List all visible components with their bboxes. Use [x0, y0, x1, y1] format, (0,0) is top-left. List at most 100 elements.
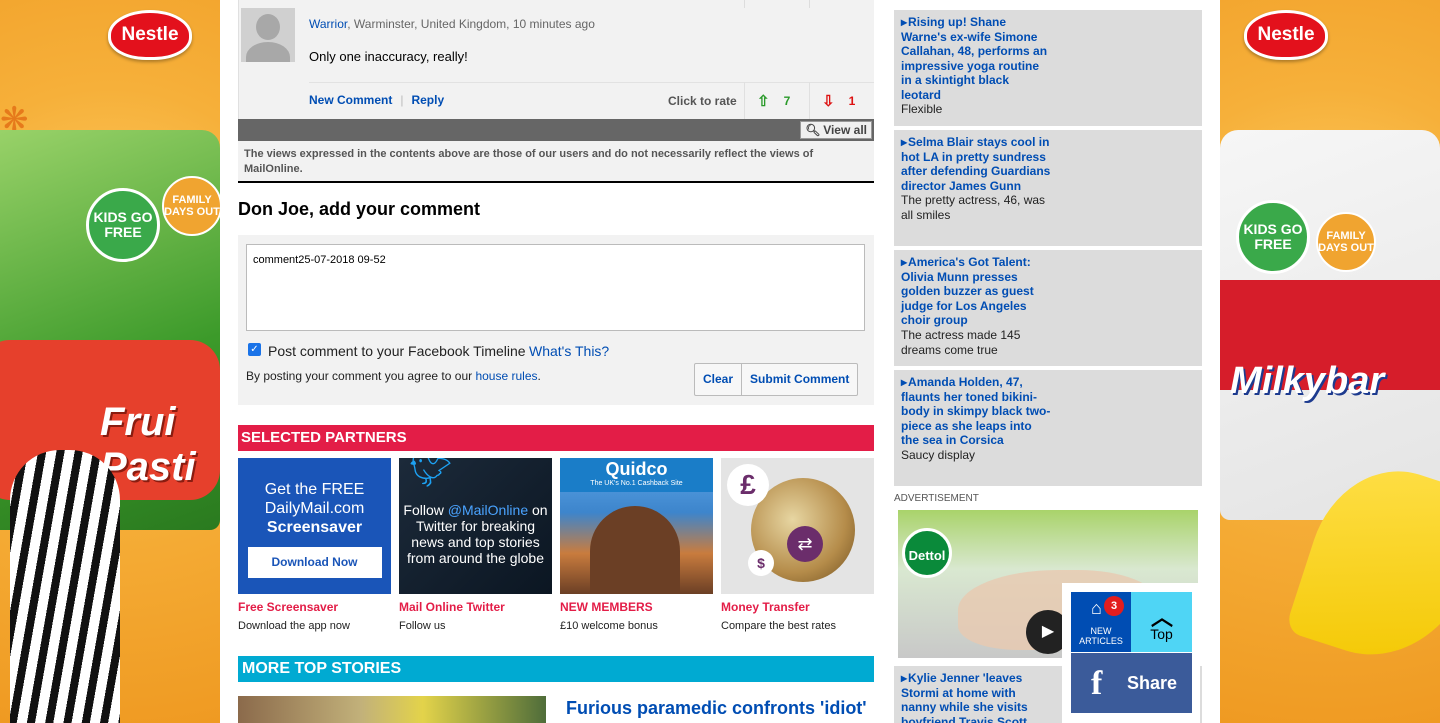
comment-text: Only one inaccuracy, really! — [309, 49, 468, 64]
pack-text: Frui Pasti — [100, 400, 196, 489]
family-days-out-badge: FAMILY DAYS OUT — [1316, 212, 1376, 272]
vote-down-button[interactable]: ⇩ 1 — [809, 82, 873, 119]
twitter-bird-icon: 🐦︎ — [409, 458, 453, 489]
whats-this-link[interactable]: What's This? — [529, 343, 609, 359]
author-meta: , Warminster, United Kingdom, 10 minutes… — [347, 17, 595, 31]
avatar — [241, 8, 295, 62]
img-line: Screensaver — [266, 519, 363, 536]
download-now-button[interactable]: Download Now — [247, 547, 382, 578]
partner-image[interactable]: Quidco The UK's No.1 Cashback Site — [560, 458, 713, 594]
add-comment-title: Don Joe, add your comment — [238, 199, 481, 219]
zebra-image — [10, 450, 120, 723]
clear-button[interactable]: Clear — [695, 364, 741, 395]
down-vote-count: 1 — [848, 93, 856, 108]
house-rules-link[interactable]: house rules — [475, 369, 537, 383]
author-name-link[interactable]: Warrior — [309, 17, 347, 31]
left-side-advertisement[interactable]: ❋ Nestle Frui Pasti KIDS GO FREE FAMILY … — [0, 0, 220, 723]
kids-go-free-badge: KIDS GO FREE — [1236, 200, 1310, 274]
agree-prefix: By posting your comment you agree to our — [246, 369, 476, 383]
view-all-bar: 🔍︎ View all — [238, 119, 874, 141]
comment-button-group: Clear Submit Comment — [694, 363, 859, 396]
partner-twitter[interactable]: 🐦︎ Follow @MailOnline on Twitter for bre… — [399, 458, 552, 632]
home-icon: ⌂ — [1091, 598, 1102, 618]
arrow-down-icon: ⇩ — [822, 92, 835, 110]
right-side-advertisement[interactable]: Nestle Milkybar KIDS GO FREE FAMILY DAYS… — [1220, 0, 1440, 723]
advertisement-label: ADVERTISEMENT — [894, 493, 979, 504]
back-to-top-button[interactable]: ︿ Top — [1131, 592, 1192, 652]
view-all-button[interactable]: 🔍︎ View all — [800, 121, 872, 139]
partner-title[interactable]: NEW MEMBERS — [560, 600, 713, 614]
milkybar-pack: Milkybar — [1220, 130, 1440, 520]
partner-quidco[interactable]: Quidco The UK's No.1 Cashback Site NEW M… — [560, 458, 713, 632]
nestle-logo: Nestle — [1244, 10, 1328, 60]
submit-comment-button[interactable]: Submit Comment — [741, 364, 857, 395]
sidebar-story-headline[interactable]: Kylie Jenner 'leaves Stormi at home with… — [901, 671, 1051, 723]
sidebar-story-headline[interactable]: Amanda Holden, 47, flaunts her toned bik… — [901, 375, 1051, 448]
dollar-icon: $ — [748, 550, 774, 576]
view-all-label: View all — [823, 123, 867, 137]
quidco-tagline: The UK's No.1 Cashback Site — [590, 480, 683, 487]
comment-textarea[interactable] — [246, 244, 865, 331]
pack-text: Milkybar — [1230, 360, 1385, 402]
img-line: Get the FREE — [264, 481, 365, 498]
sidebar-story-desc: The pretty actress, 46, was all smiles — [901, 193, 1046, 222]
exchange-arrows-icon: ⇄ — [787, 526, 823, 562]
partner-image[interactable]: Get the FREE DailyMail.com Screensaver D… — [238, 458, 391, 594]
comment-item: Warrior, Warminster, United Kingdom, 10 … — [238, 0, 874, 119]
share-label: Share — [1127, 673, 1178, 693]
sidebar-story-headline[interactable]: Selma Blair stays cool in hot LA in pret… — [901, 135, 1051, 193]
floating-share-widget: ⌂ 3 NEW ARTICLES ︿ Top f Share — [1062, 583, 1200, 723]
new-comment-link[interactable]: New Comment — [309, 93, 392, 107]
people-photo — [590, 506, 680, 594]
facebook-icon: f — [1091, 665, 1103, 702]
sidebar-story[interactable]: Amanda Holden, 47, flaunts her toned bik… — [894, 370, 1202, 486]
agree-suffix: . — [537, 369, 541, 383]
img-line: DailyMail.com — [264, 500, 365, 517]
up-vote-count: 7 — [783, 93, 791, 108]
facebook-share-button[interactable]: f Share — [1071, 653, 1192, 713]
sidebar-story-headline[interactable]: America's Got Talent: Olivia Munn presse… — [901, 255, 1051, 328]
sidebar-story[interactable]: Selma Blair stays cool in hot LA in pret… — [894, 130, 1202, 246]
kids-go-free-badge: KIDS GO FREE — [86, 188, 160, 262]
quidco-logo: Quidco The UK's No.1 Cashback Site — [560, 458, 713, 492]
partner-image[interactable]: £ ⇄ $ — [721, 458, 874, 594]
sidebar-story[interactable]: America's Got Talent: Olivia Munn presse… — [894, 250, 1202, 366]
chevron-up-icon: ︿ — [1151, 605, 1174, 630]
sidebar-story-headline[interactable]: Rising up! Shane Warne's ex-wife Simone … — [901, 15, 1051, 102]
partner-title[interactable]: Money Transfer — [721, 600, 874, 614]
partner-image[interactable]: 🐦︎ Follow @MailOnline on Twitter for bre… — [399, 458, 552, 594]
partner-subtitle: £10 welcome bonus — [560, 620, 658, 632]
arrow-up-icon: ⇧ — [757, 92, 770, 110]
facebook-timeline-label: Post comment to your Facebook Timeline — [268, 343, 526, 359]
partner-subtitle: Compare the best rates — [721, 620, 836, 632]
partner-money-transfer[interactable]: £ ⇄ $ Money Transfer Compare the best ra… — [721, 458, 874, 632]
vote-up-button[interactable]: ⇧ 7 — [744, 82, 808, 119]
add-comment-form: ✓ Post comment to your Facebook Timeline… — [238, 235, 874, 405]
magnifier-icon: 🔍︎ — [805, 123, 821, 137]
partner-subtitle: Download the app now — [238, 620, 350, 632]
partner-title[interactable]: Free Screensaver — [238, 600, 391, 614]
selected-partners-heading: SELECTED PARTNERS — [238, 425, 874, 451]
sidebar-story-desc: The actress made 145 dreams come true — [901, 327, 1021, 357]
sidebar-story[interactable]: Rising up! Shane Warne's ex-wife Simone … — [894, 10, 1202, 126]
divider — [809, 0, 810, 8]
facebook-timeline-checkbox[interactable]: ✓ — [248, 343, 261, 356]
story-thumbnail[interactable] — [238, 696, 546, 723]
main-column: Warrior, Warminster, United Kingdom, 10 … — [220, 0, 894, 723]
partner-title[interactable]: Mail Online Twitter — [399, 600, 552, 614]
sidebar-story-desc: Saucy display — [901, 447, 976, 462]
click-to-rate-label: Click to rate — [668, 94, 737, 108]
divider — [744, 0, 745, 8]
family-days-out-badge: FAMILY DAYS OUT — [162, 176, 220, 236]
story-headline-link[interactable]: Furious paramedic confronts 'idiot' — [566, 698, 867, 719]
twitter-promo-text: Follow @MailOnline on Twitter for breaki… — [399, 502, 552, 566]
comments-disclaimer: The views expressed in the contents abov… — [238, 141, 874, 183]
reply-link[interactable]: Reply — [411, 93, 444, 107]
new-articles-button[interactable]: ⌂ 3 NEW ARTICLES — [1071, 592, 1131, 652]
partner-subtitle: Follow us — [399, 620, 446, 632]
new-articles-count-badge: 3 — [1104, 596, 1124, 616]
partner-screensaver[interactable]: Get the FREE DailyMail.com Screensaver D… — [238, 458, 391, 632]
comment-actions: New Comment | Reply — [309, 93, 444, 107]
new-articles-label: NEW ARTICLES — [1079, 626, 1123, 646]
dettol-logo: Dettol — [902, 528, 952, 578]
